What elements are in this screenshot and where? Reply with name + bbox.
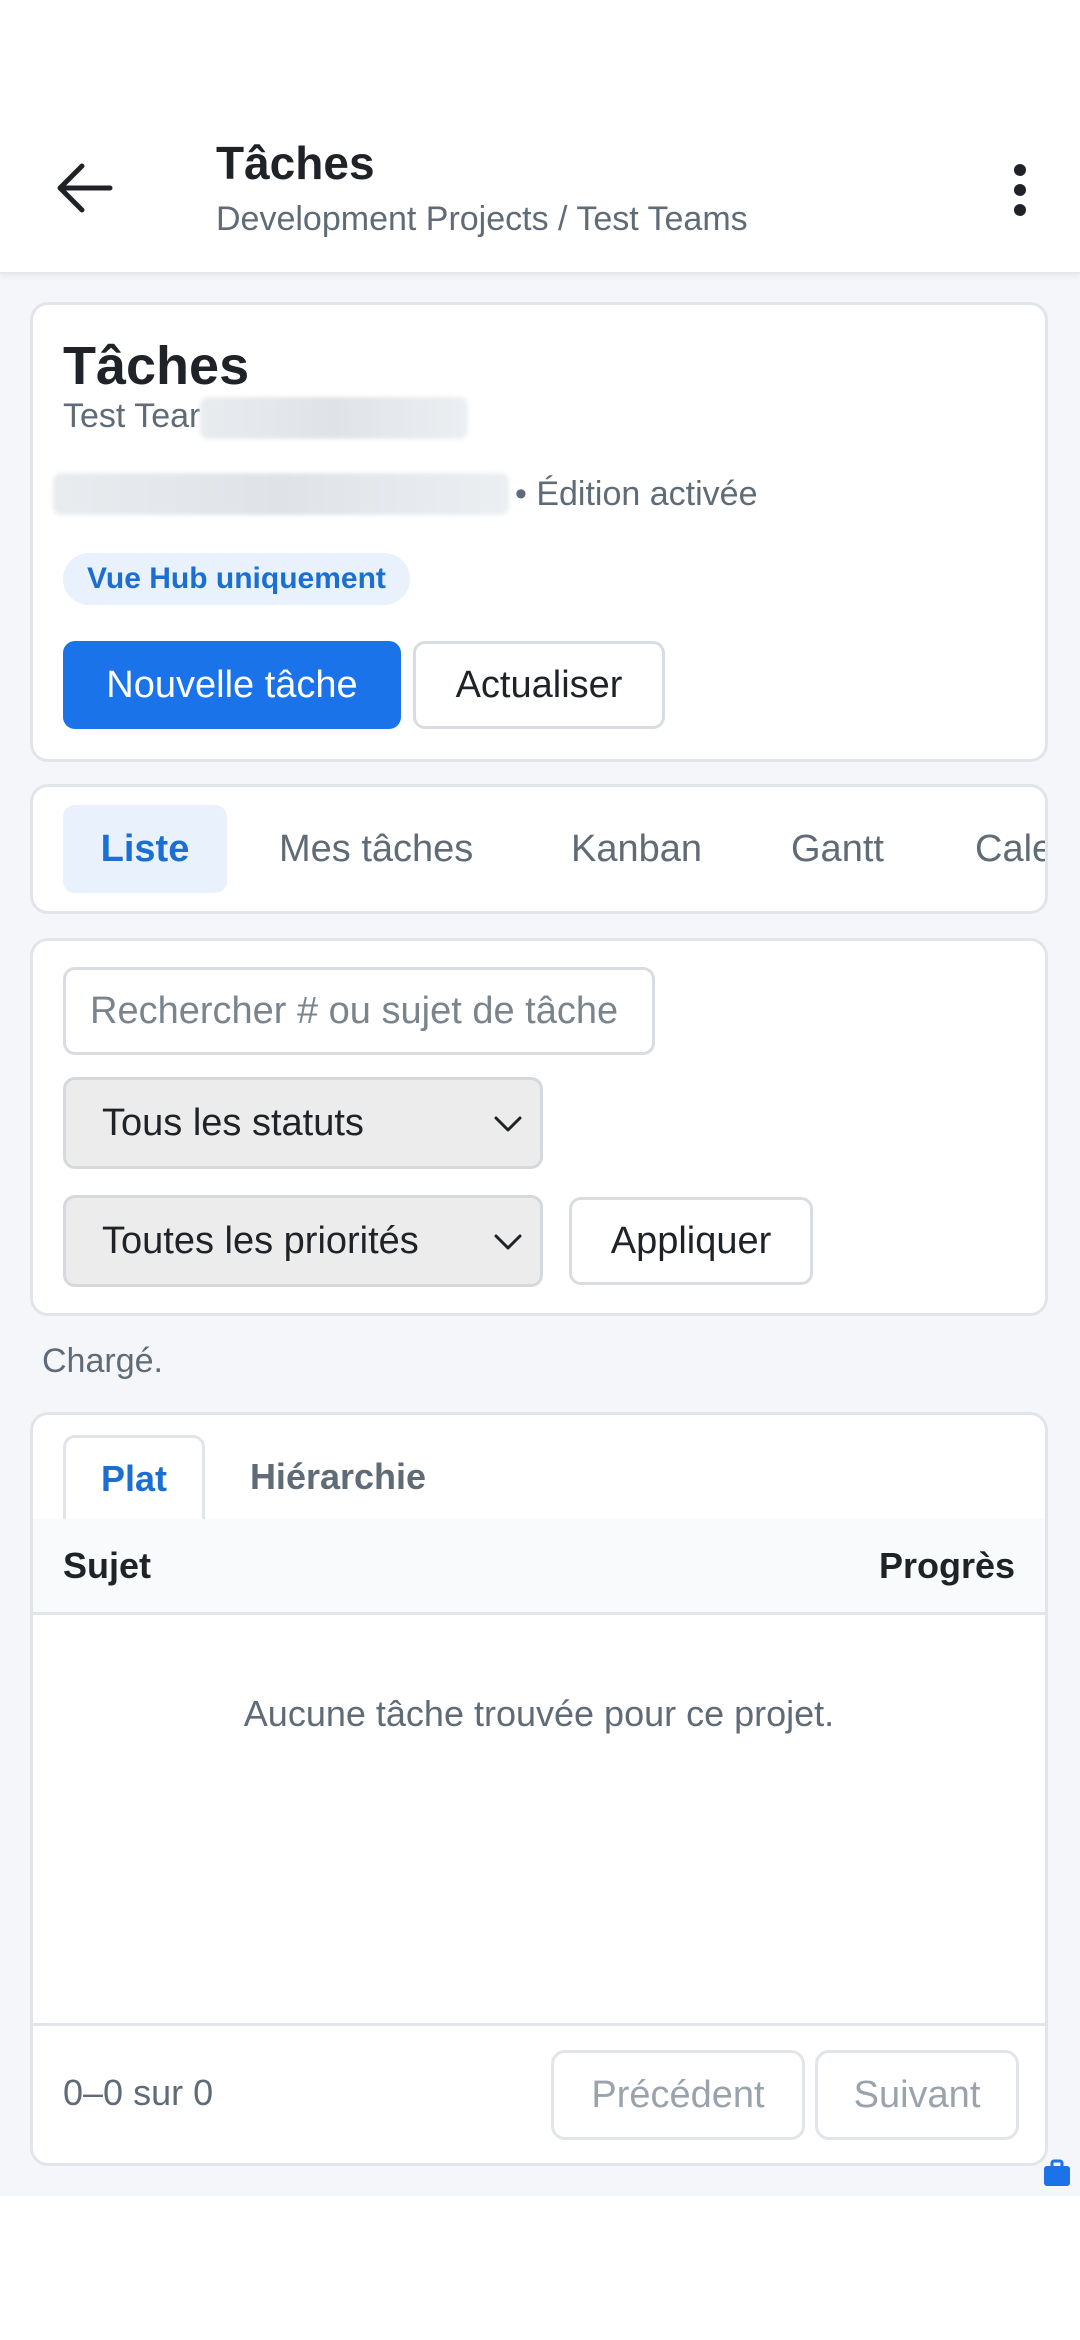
next-page-button[interactable]: Suivant xyxy=(815,2050,1019,2140)
tab-gantt[interactable]: Gantt xyxy=(791,805,884,893)
filters-card: Tous les statuts Toutes les priorités Ap… xyxy=(30,938,1048,1316)
tab-list[interactable]: Liste xyxy=(63,805,227,893)
app-bar-breadcrumb: Development Projects / Test Teams xyxy=(216,200,748,238)
hub-only-badge: Vue Hub uniquement xyxy=(63,553,410,605)
search-input[interactable] xyxy=(63,967,655,1055)
column-subject[interactable]: Sujet xyxy=(63,1545,151,1587)
back-button[interactable] xyxy=(40,148,128,228)
tab-my-tasks[interactable]: Mes tâches xyxy=(279,805,473,893)
app-bar-title: Tâches xyxy=(216,137,375,189)
view-tabs: Liste Mes tâches Kanban Gantt Cale xyxy=(30,784,1048,914)
table-pagination: 0–0 sur 0 Précédent Suivant xyxy=(33,2023,1045,2163)
table-header: Sujet Progrès xyxy=(33,1519,1045,1615)
priority-select-value: Toutes les priorités xyxy=(102,1219,419,1262)
chevron-down-icon xyxy=(494,1116,522,1132)
chevron-down-icon xyxy=(494,1234,522,1250)
status-select[interactable]: Tous les statuts xyxy=(63,1077,543,1169)
redacted-user-email xyxy=(53,473,509,515)
redacted-team-id xyxy=(200,397,469,440)
pagination-info: 0–0 sur 0 xyxy=(63,2072,214,2113)
refresh-button[interactable]: Actualiser xyxy=(413,641,665,729)
more-options-button[interactable] xyxy=(990,148,1050,232)
tab-calendar[interactable]: Cale xyxy=(975,805,1045,893)
apply-button[interactable]: Appliquer xyxy=(569,1197,813,1285)
priority-select[interactable]: Toutes les priorités xyxy=(63,1195,543,1287)
more-vertical-icon xyxy=(1014,164,1026,216)
previous-page-button[interactable]: Précédent xyxy=(551,2050,805,2140)
tab-flat[interactable]: Plat xyxy=(63,1435,205,1522)
empty-state-message: Aucune tâche trouvée pour ce projet. xyxy=(243,1693,835,1734)
page-title: Tâches xyxy=(63,336,250,396)
app-bar: Tâches Development Projects / Test Teams xyxy=(0,0,1080,274)
main-content: Tâches Test Tear • Édition activée Vue H… xyxy=(0,272,1080,2196)
arrow-left-icon xyxy=(57,163,113,213)
tab-kanban[interactable]: Kanban xyxy=(571,805,702,893)
tasks-table-card: Plat Hiérarchie Sujet Progrès Aucune tâc… xyxy=(30,1412,1048,2166)
team-name-text: Test Tear xyxy=(63,397,201,435)
load-status: Chargé. xyxy=(42,1342,163,1380)
header-card: Tâches Test Tear • Édition activée Vue H… xyxy=(30,302,1048,762)
user-info: • Édition activée xyxy=(53,473,757,515)
new-task-button[interactable]: Nouvelle tâche xyxy=(63,641,401,729)
status-select-value: Tous les statuts xyxy=(102,1101,364,1144)
table-subtabs: Plat Hiérarchie xyxy=(33,1415,1045,1522)
tab-hierarchy[interactable]: Hiérarchie xyxy=(243,1435,433,1519)
edit-status: • Édition activée xyxy=(515,474,758,513)
column-progress[interactable]: Progrès xyxy=(879,1545,1015,1587)
team-name: Test Tear xyxy=(63,397,469,440)
briefcase-icon[interactable] xyxy=(1042,2158,1072,2188)
